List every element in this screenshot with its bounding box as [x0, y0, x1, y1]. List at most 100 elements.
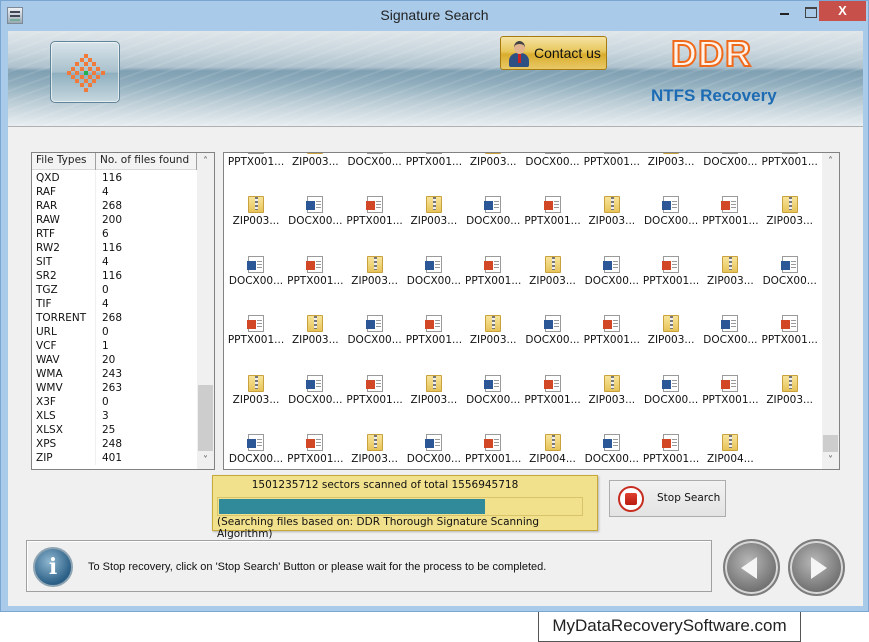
- table-row[interactable]: WAV 20: [32, 353, 197, 367]
- file-item[interactable]: PPTX001...: [582, 287, 642, 346]
- scrollbar-thumb[interactable]: [823, 435, 838, 452]
- file-item[interactable]: ZIP003...: [404, 168, 464, 227]
- file-item[interactable]: ZIP003...: [226, 168, 286, 227]
- table-row[interactable]: TGZ 0: [32, 283, 197, 297]
- file-item[interactable]: PPTX001...: [463, 406, 523, 465]
- file-item[interactable]: ZIP003...: [226, 347, 286, 406]
- file-item[interactable]: DOCX00...: [285, 347, 345, 406]
- back-button[interactable]: [723, 539, 780, 596]
- file-item[interactable]: PPTX001...: [404, 287, 464, 346]
- column-header-files-found[interactable]: No. of files found: [96, 153, 197, 170]
- file-item[interactable]: DOCX00...: [700, 153, 760, 168]
- table-row[interactable]: RW2 116: [32, 241, 197, 255]
- file-item[interactable]: PPTX001...: [226, 153, 286, 168]
- close-button[interactable]: X: [819, 1, 866, 21]
- file-item[interactable]: ZIP003...: [463, 153, 523, 168]
- table-row[interactable]: TORRENT 268: [32, 311, 197, 325]
- table-row[interactable]: URL 0: [32, 325, 197, 339]
- file-item[interactable]: ZIP003...: [463, 287, 523, 346]
- file-item[interactable]: ZIP003...: [285, 153, 345, 168]
- scrollbar-thumb[interactable]: [198, 385, 213, 451]
- file-item[interactable]: ZIP003...: [700, 228, 760, 287]
- file-item[interactable]: DOCX00...: [523, 287, 583, 346]
- file-item[interactable]: PPTX001...: [760, 287, 820, 346]
- file-item[interactable]: DOCX00...: [463, 168, 523, 227]
- file-item[interactable]: PPTX001...: [523, 347, 583, 406]
- file-item[interactable]: PPTX001...: [523, 168, 583, 227]
- file-item[interactable]: PPTX001...: [285, 406, 345, 465]
- file-item[interactable]: ZIP003...: [760, 168, 820, 227]
- file-item[interactable]: DOCX00...: [641, 168, 701, 227]
- file-item[interactable]: DOCX00...: [463, 347, 523, 406]
- scroll-down-icon[interactable]: ˅: [197, 452, 214, 469]
- file-item[interactable]: ZIP003...: [345, 406, 405, 465]
- file-item[interactable]: PPTX001...: [345, 168, 405, 227]
- stop-search-button[interactable]: Stop Search: [609, 480, 726, 517]
- file-item[interactable]: PPTX001...: [582, 153, 642, 168]
- file-type-cell: XPS: [32, 437, 96, 451]
- file-item[interactable]: DOCX00...: [760, 228, 820, 287]
- file-item[interactable]: ZIP004...: [700, 406, 760, 465]
- scroll-up-icon[interactable]: ˄: [822, 153, 839, 170]
- table-row[interactable]: VCF 1: [32, 339, 197, 353]
- file-item[interactable]: ZIP003...: [523, 228, 583, 287]
- table-row[interactable]: TIF 4: [32, 297, 197, 311]
- file-types-table: File Types No. of files found QXD 116 RAF 4…: [31, 152, 215, 470]
- minimize-button[interactable]: [772, 1, 798, 21]
- file-item[interactable]: ZIP004...: [523, 406, 583, 465]
- table-row[interactable]: QXD 116: [32, 171, 197, 185]
- table-row[interactable]: XPS 248: [32, 437, 197, 451]
- table-row[interactable]: XLSX 25: [32, 423, 197, 437]
- file-item[interactable]: ZIP003...: [345, 228, 405, 287]
- files-scrollbar[interactable]: ˄ ˅: [822, 153, 839, 469]
- file-item[interactable]: ZIP003...: [582, 347, 642, 406]
- file-item[interactable]: DOCX00...: [226, 228, 286, 287]
- file-item[interactable]: DOCX00...: [285, 168, 345, 227]
- table-row[interactable]: RAW 200: [32, 213, 197, 227]
- file-types-scrollbar[interactable]: ˄ ˅: [197, 153, 214, 469]
- table-row[interactable]: SR2 116: [32, 269, 197, 283]
- file-item[interactable]: ZIP003...: [404, 347, 464, 406]
- next-button[interactable]: [788, 539, 845, 596]
- file-item[interactable]: PPTX001...: [700, 347, 760, 406]
- file-item[interactable]: DOCX00...: [345, 153, 405, 168]
- table-row[interactable]: RAR 268: [32, 199, 197, 213]
- file-item[interactable]: DOCX00...: [582, 228, 642, 287]
- zip-file-icon: [781, 374, 798, 392]
- file-item[interactable]: PPTX001...: [641, 406, 701, 465]
- file-item[interactable]: DOCX00...: [226, 406, 286, 465]
- file-item[interactable]: PPTX001...: [641, 228, 701, 287]
- file-item[interactable]: DOCX00...: [700, 287, 760, 346]
- scroll-up-icon[interactable]: ˄: [197, 153, 214, 170]
- file-item[interactable]: ZIP003...: [582, 168, 642, 227]
- table-row[interactable]: WMV 263: [32, 381, 197, 395]
- file-item[interactable]: DOCX00...: [523, 153, 583, 168]
- file-item[interactable]: DOCX00...: [641, 347, 701, 406]
- table-row[interactable]: ZIP 401: [32, 451, 197, 465]
- contact-us-button[interactable]: Contact us: [500, 36, 607, 70]
- scroll-down-icon[interactable]: ˅: [822, 452, 839, 469]
- file-item[interactable]: PPTX001...: [345, 347, 405, 406]
- table-row[interactable]: RTF 6: [32, 227, 197, 241]
- file-item[interactable]: PPTX001...: [700, 168, 760, 227]
- file-item[interactable]: PPTX001...: [463, 228, 523, 287]
- table-row[interactable]: X3F 0: [32, 395, 197, 409]
- file-item[interactable]: PPTX001...: [226, 287, 286, 346]
- file-item[interactable]: DOCX00...: [345, 287, 405, 346]
- scan-progress-bar: [217, 497, 583, 516]
- file-item[interactable]: DOCX00...: [404, 406, 464, 465]
- table-row[interactable]: RAF 4: [32, 185, 197, 199]
- file-item[interactable]: PPTX001...: [404, 153, 464, 168]
- column-header-file-types[interactable]: File Types: [32, 153, 96, 170]
- table-row[interactable]: SIT 4: [32, 255, 197, 269]
- table-row[interactable]: XLS 3: [32, 409, 197, 423]
- file-item[interactable]: DOCX00...: [404, 228, 464, 287]
- file-item[interactable]: ZIP003...: [641, 153, 701, 168]
- file-item[interactable]: ZIP003...: [285, 287, 345, 346]
- file-item[interactable]: DOCX00...: [582, 406, 642, 465]
- file-item[interactable]: ZIP003...: [641, 287, 701, 346]
- file-item[interactable]: PPTX001...: [760, 153, 820, 168]
- file-item[interactable]: PPTX001...: [285, 228, 345, 287]
- table-row[interactable]: WMA 243: [32, 367, 197, 381]
- file-item[interactable]: ZIP003...: [760, 347, 820, 406]
